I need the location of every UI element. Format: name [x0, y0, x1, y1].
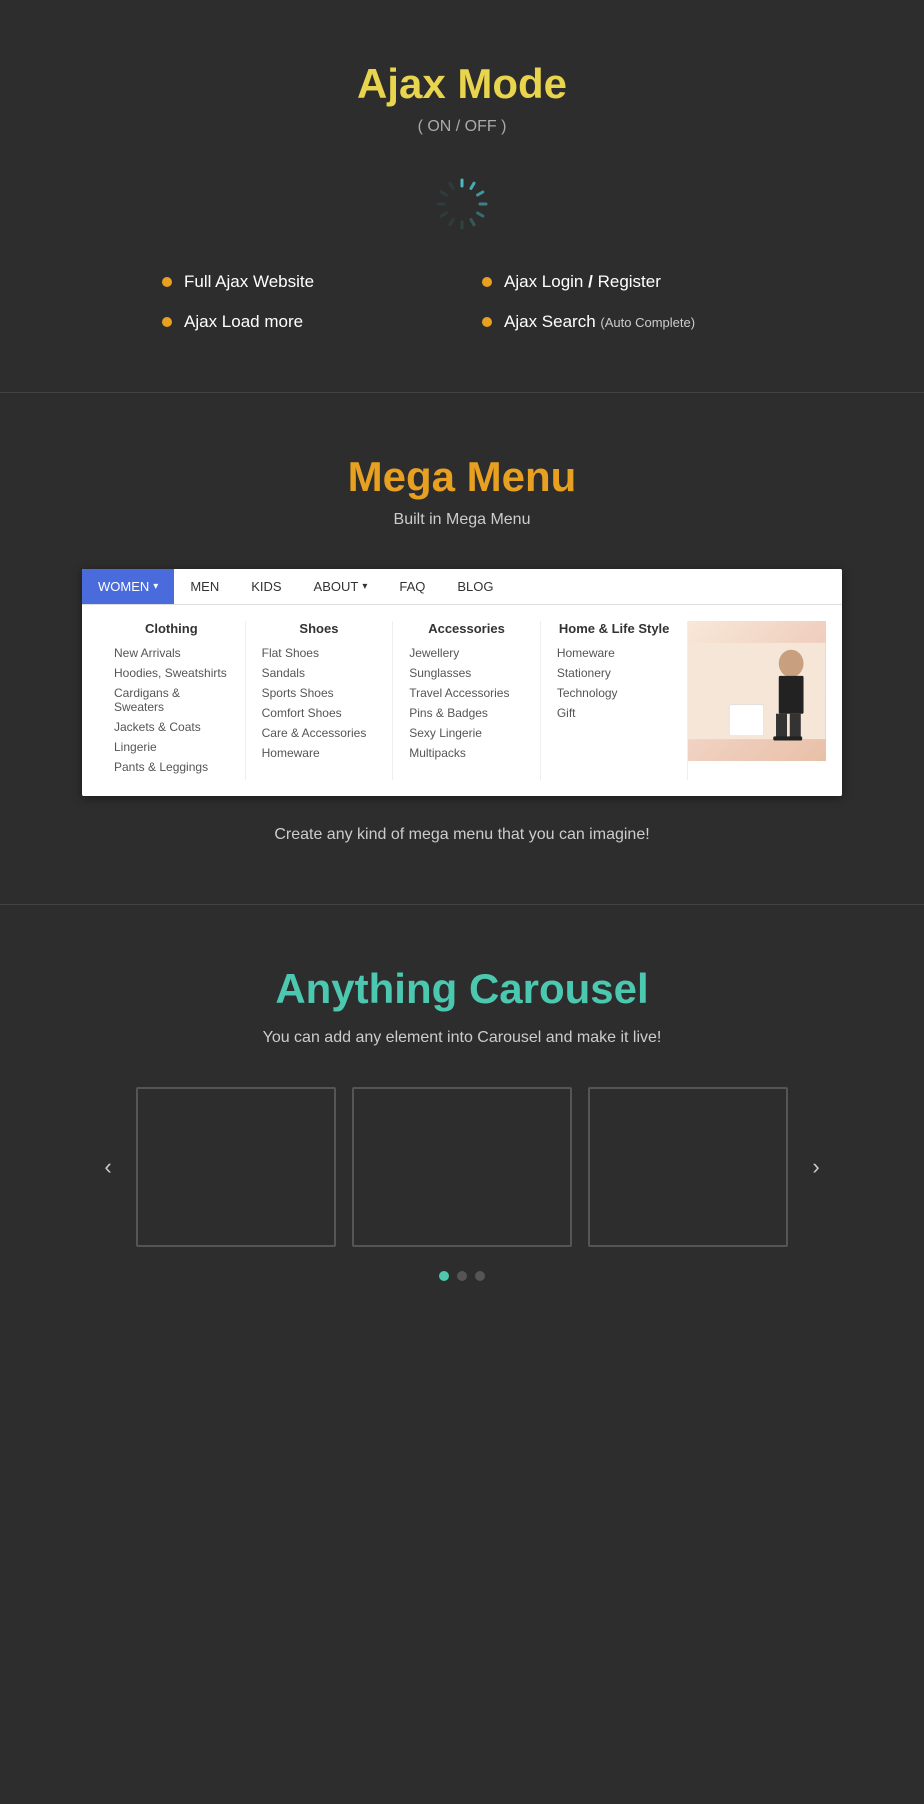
menu-col-item[interactable]: Pins & Badges [409, 706, 524, 720]
col-header-home: Home & Life Style [557, 621, 672, 636]
feature-ajax-search: Ajax Search (Auto Complete) [482, 312, 762, 332]
feature-ajax-search-label: Ajax Search (Auto Complete) [504, 312, 695, 332]
spinner-container [434, 176, 490, 232]
feature-dot-icon [482, 317, 492, 327]
menu-item-about[interactable]: ABOUT ▾ [298, 569, 384, 604]
feature-dot-icon [482, 277, 492, 287]
carousel-item-2 [352, 1087, 572, 1247]
carousel-subtitle: You can add any element into Carousel an… [40, 1029, 884, 1047]
dropdown-col-image [688, 621, 826, 780]
dropdown-col-shoes: Shoes Flat Shoes Sandals Sports Shoes Co… [246, 621, 394, 780]
carousel-prev-button[interactable]: ‹ [90, 1149, 126, 1185]
loading-spinner-icon [434, 176, 490, 232]
menu-col-item[interactable]: Sunglasses [409, 666, 524, 680]
menu-col-item[interactable]: Homeware [262, 746, 377, 760]
mega-menu-title: Mega Menu [40, 453, 884, 501]
dropdown-col-accessories: Accessories Jewellery Sunglasses Travel … [393, 621, 541, 780]
ajax-section: Ajax Mode ( ON / OFF ) Full Aj [0, 0, 924, 392]
menu-col-item[interactable]: Stationery [557, 666, 672, 680]
carousel-next-button[interactable]: › [798, 1149, 834, 1185]
carousel-container: ‹ › [40, 1087, 884, 1247]
mega-description: Create any kind of mega menu that you ca… [40, 826, 884, 844]
menu-col-item[interactable]: Cardigans & Sweaters [114, 686, 229, 714]
menu-item-blog-label: BLOG [457, 579, 493, 594]
feature-ajax-load: Ajax Load more [162, 312, 442, 332]
carousel-dot-3[interactable] [475, 1271, 485, 1281]
feature-ajax-login-label: Ajax Login / Register [504, 272, 661, 292]
menu-item-kids[interactable]: KIDS [235, 569, 297, 604]
mega-menu-subtitle: Built in Mega Menu [40, 511, 884, 529]
ajax-subtitle: ( ON / OFF ) [40, 118, 884, 136]
menu-col-item[interactable]: Travel Accessories [409, 686, 524, 700]
menu-item-men[interactable]: MEN [174, 569, 235, 604]
mega-menu-preview: WOMEN ▾ MEN KIDS ABOUT ▾ FAQ BLOG [82, 569, 842, 796]
menu-col-item[interactable]: Homeware [557, 646, 672, 660]
menu-bar: WOMEN ▾ MEN KIDS ABOUT ▾ FAQ BLOG [82, 569, 842, 605]
ajax-features-grid: Full Ajax Website Ajax Login / Register … [162, 272, 762, 332]
menu-col-item[interactable]: Pants & Leggings [114, 760, 229, 774]
chevron-down-icon: ▾ [362, 581, 367, 592]
carousel-dot-2[interactable] [457, 1271, 467, 1281]
col-header-clothing: Clothing [114, 621, 229, 636]
chevron-down-icon: ▾ [153, 581, 158, 592]
menu-col-item[interactable]: Comfort Shoes [262, 706, 377, 720]
menu-col-item[interactable]: Gift [557, 706, 672, 720]
menu-col-item[interactable]: Sandals [262, 666, 377, 680]
menu-item-kids-label: KIDS [251, 579, 281, 594]
menu-col-item[interactable]: New Arrivals [114, 646, 229, 660]
fashion-image-icon [688, 621, 826, 761]
feature-ajax-login: Ajax Login / Register [482, 272, 762, 292]
menu-col-item[interactable]: Care & Accessories [262, 726, 377, 740]
col-header-accessories: Accessories [409, 621, 524, 636]
ajax-title: Ajax Mode [40, 60, 884, 108]
carousel-title: Anything Carousel [40, 965, 884, 1013]
carousel-item-1 [136, 1087, 336, 1247]
carousel-dots [40, 1271, 884, 1281]
mega-menu-section: Mega Menu Built in Mega Menu WOMEN ▾ MEN… [0, 393, 924, 904]
feature-ajax-load-label: Ajax Load more [184, 312, 303, 332]
menu-item-about-label: ABOUT [314, 579, 359, 594]
menu-item-women[interactable]: WOMEN ▾ [82, 569, 174, 604]
menu-col-item[interactable]: Technology [557, 686, 672, 700]
menu-item-blog[interactable]: BLOG [441, 569, 509, 604]
menu-col-item[interactable]: Multipacks [409, 746, 524, 760]
dropdown-content: Clothing New Arrivals Hoodies, Sweatshir… [82, 605, 842, 796]
menu-col-item[interactable]: Hoodies, Sweatshirts [114, 666, 229, 680]
menu-item-faq-label: FAQ [399, 579, 425, 594]
menu-col-item[interactable]: Jewellery [409, 646, 524, 660]
menu-col-item[interactable]: Sports Shoes [262, 686, 377, 700]
feature-dot-icon [162, 277, 172, 287]
feature-dot-icon [162, 317, 172, 327]
feature-full-ajax: Full Ajax Website [162, 272, 442, 292]
menu-col-item[interactable]: Lingerie [114, 740, 229, 754]
carousel-items [136, 1087, 788, 1247]
menu-item-women-label: WOMEN [98, 579, 149, 594]
carousel-dot-1[interactable] [439, 1271, 449, 1281]
carousel-item-3 [588, 1087, 788, 1247]
menu-col-item[interactable]: Jackets & Coats [114, 720, 229, 734]
carousel-section: Anything Carousel You can add any elemen… [0, 905, 924, 1341]
dropdown-col-clothing: Clothing New Arrivals Hoodies, Sweatshir… [98, 621, 246, 780]
menu-col-item[interactable]: Flat Shoes [262, 646, 377, 660]
dropdown-col-home: Home & Life Style Homeware Stationery Te… [541, 621, 689, 780]
feature-full-ajax-label: Full Ajax Website [184, 272, 314, 292]
menu-col-item[interactable]: Sexy Lingerie [409, 726, 524, 740]
menu-item-faq[interactable]: FAQ [383, 569, 441, 604]
col-header-shoes: Shoes [262, 621, 377, 636]
menu-item-men-label: MEN [190, 579, 219, 594]
menu-promo-image [688, 621, 826, 761]
